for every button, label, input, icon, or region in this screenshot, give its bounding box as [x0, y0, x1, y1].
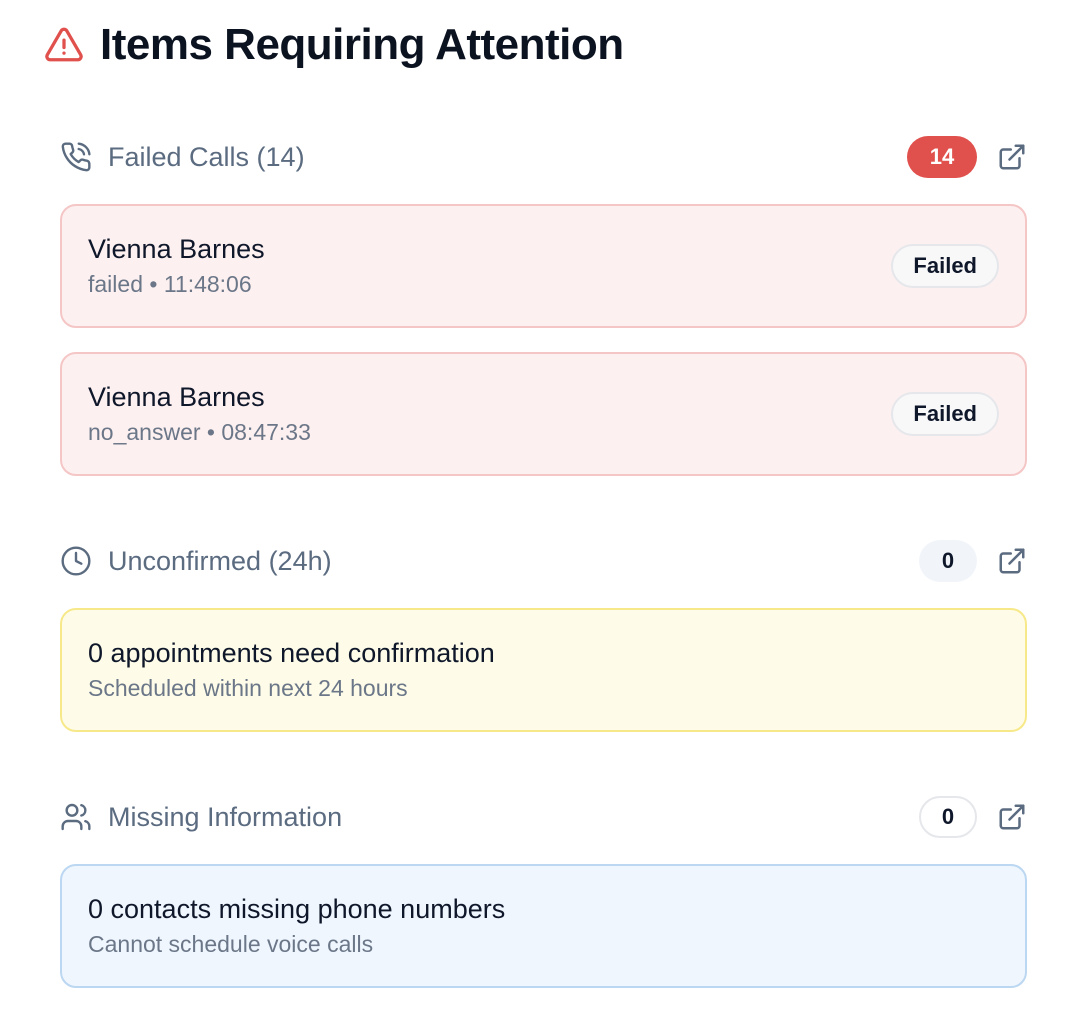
page-title: Items Requiring Attention — [100, 20, 624, 69]
missing-info-card-title: 0 contacts missing phone numbers — [88, 894, 506, 924]
contact-name: Vienna Barnes — [88, 382, 265, 412]
failed-calls-title: Failed Calls (14) — [108, 141, 305, 172]
unconfirmed-card[interactable]: 0 appointments need confirmation Schedul… — [60, 608, 1027, 732]
external-link-icon[interactable] — [997, 802, 1027, 832]
clock-icon — [60, 545, 92, 577]
unconfirmed-card-subtitle: Scheduled within next 24 hours — [88, 675, 408, 701]
failed-calls-header: Failed Calls (14) 14 — [60, 136, 1027, 178]
failed-calls-count-badge: 14 — [907, 136, 977, 178]
users-icon — [60, 801, 92, 833]
unconfirmed-count-badge: 0 — [919, 540, 977, 582]
status-badge: Failed — [891, 392, 999, 436]
status-badge: Failed — [891, 244, 999, 288]
page-header: Items Requiring Attention — [44, 20, 624, 70]
failed-call-card[interactable]: Vienna Barnes failed • 11:48:06 Failed — [60, 204, 1027, 328]
missing-info-header: Missing Information 0 — [60, 796, 1027, 838]
call-meta: no_answer • 08:47:33 — [88, 419, 311, 445]
alert-triangle-icon — [44, 27, 84, 63]
unconfirmed-card-title: 0 appointments need confirmation — [88, 638, 495, 668]
missing-info-card[interactable]: 0 contacts missing phone numbers Cannot … — [60, 864, 1027, 988]
call-meta: failed • 11:48:06 — [88, 271, 252, 297]
contact-name: Vienna Barnes — [88, 234, 265, 264]
missing-info-title: Missing Information — [108, 801, 343, 832]
missing-info-card-subtitle: Cannot schedule voice calls — [88, 931, 374, 957]
unconfirmed-header: Unconfirmed (24h) 0 — [60, 540, 1027, 582]
failed-call-card[interactable]: Vienna Barnes no_answer • 08:47:33 Faile… — [60, 352, 1027, 476]
phone-call-icon — [60, 141, 92, 173]
external-link-icon[interactable] — [997, 546, 1027, 576]
missing-info-count-badge: 0 — [919, 796, 977, 838]
external-link-icon[interactable] — [997, 142, 1027, 172]
unconfirmed-title: Unconfirmed (24h) — [108, 545, 332, 576]
